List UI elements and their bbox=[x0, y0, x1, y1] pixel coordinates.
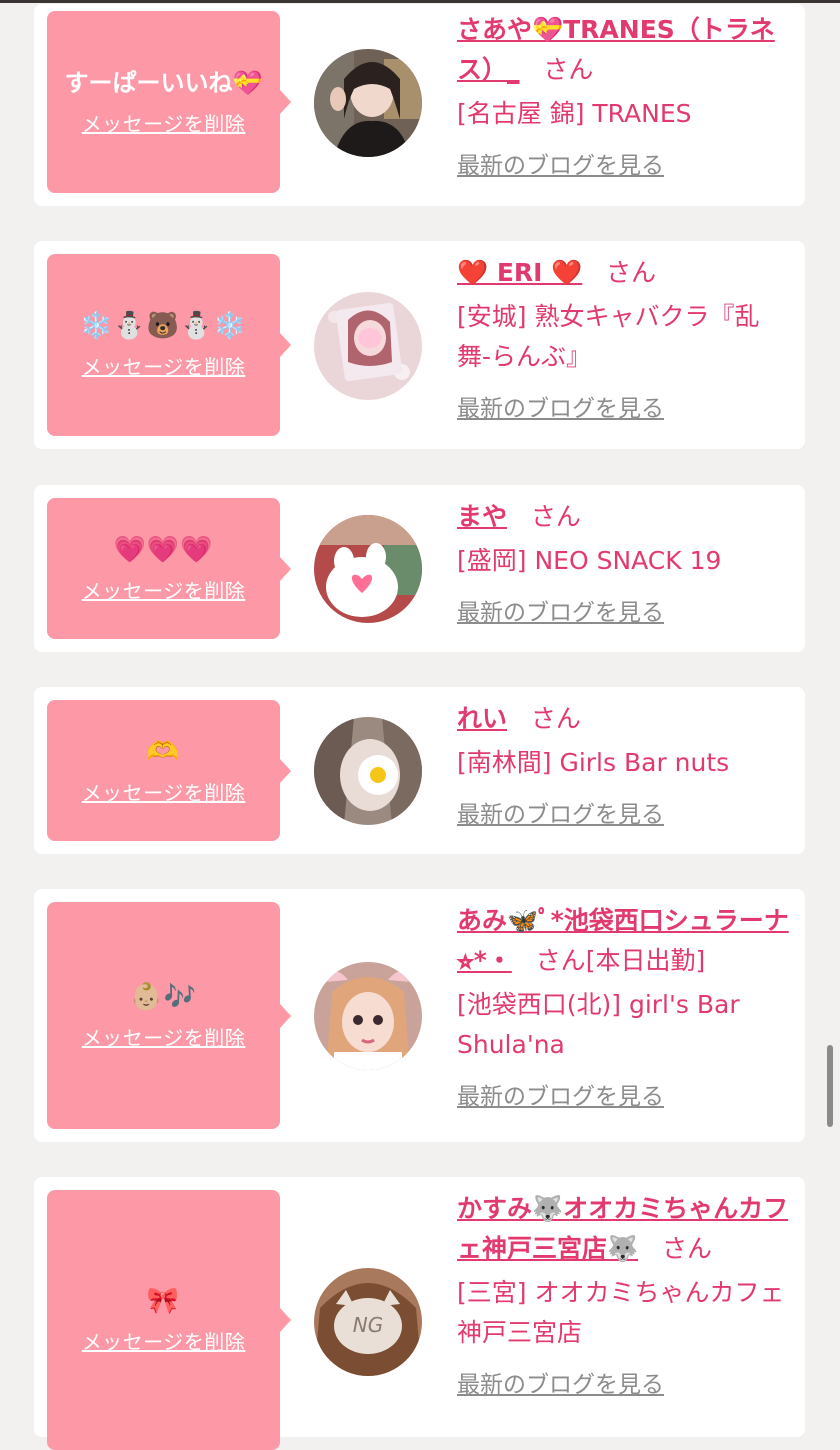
honorific: さん bbox=[535, 946, 586, 975]
cast-info: さあや💝TRANES（トラネス）_ さん [名古屋 錦] TRANES 最新のブ… bbox=[457, 10, 793, 185]
delete-message-link[interactable]: メッセージを削除 bbox=[82, 110, 246, 138]
message-text: 🫶 bbox=[146, 736, 181, 767]
avatar[interactable] bbox=[314, 717, 422, 825]
delete-message-link[interactable]: メッセージを削除 bbox=[82, 779, 246, 807]
cast-name-link[interactable]: ❤️ ERI ❤️ bbox=[457, 258, 582, 287]
avatar[interactable] bbox=[314, 515, 422, 623]
message-text: 👶🏼🎶 bbox=[130, 981, 197, 1012]
favorite-card: 🫶 メッセージを削除 れい さん [南林間] Girls Bar nuts 最新… bbox=[34, 687, 805, 854]
latest-blog-link[interactable]: 最新のブログを見る bbox=[457, 595, 664, 631]
favorite-card: 👶🏼🎶 メッセージを削除 あみ🦋ﾟ*池袋西口シュラーナ⭐︎*・ さん[本日出勤]… bbox=[34, 889, 805, 1142]
cast-name-link[interactable]: かすみ🐺オオカミちゃんカフェ神戸三宮店🐺 bbox=[457, 1194, 788, 1263]
cast-info: あみ🦋ﾟ*池袋西口シュラーナ⭐︎*・ さん[本日出勤] [池袋西口(北)] gi… bbox=[457, 901, 793, 1116]
message-bubble: すーぱーいいね💝 メッセージを削除 bbox=[47, 11, 291, 193]
cast-name-link[interactable]: まや bbox=[457, 502, 507, 531]
shop-label: [安城] 熟女キャバクラ『乱舞-らんぶ』 bbox=[457, 302, 760, 371]
latest-blog-link[interactable]: 最新のブログを見る bbox=[457, 391, 664, 427]
shop-label: [三宮] オオカミちゃんカフェ神戸三宮店 bbox=[457, 1278, 785, 1347]
favorite-card: 💗💗💗 メッセージを削除 まや さん [盛岡] NEO SNACK 19 最新の… bbox=[34, 485, 805, 652]
delete-message-link[interactable]: メッセージを削除 bbox=[82, 1024, 246, 1052]
cast-name-link[interactable]: さあや💝TRANES（トラネス）_ bbox=[457, 15, 775, 84]
top-edge bbox=[0, 0, 840, 3]
favorite-card: すーぱーいいね💝 メッセージを削除 さあや💝TRANES（トラネス）_ さん [… bbox=[34, 4, 805, 206]
favorite-card: ❄️⛄️🐻⛄️❄️ メッセージを削除 ❤️ ERI ❤️ さん [安城] 熟女キ… bbox=[34, 241, 805, 449]
shop-label: [名古屋 錦] TRANES bbox=[457, 99, 692, 128]
message-bubble: ❄️⛄️🐻⛄️❄️ メッセージを削除 bbox=[47, 254, 291, 436]
shop-label: [池袋西口(北)] girl's Bar Shula'na bbox=[457, 990, 740, 1059]
cast-info: れい さん [南林間] Girls Bar nuts 最新のブログを見る bbox=[457, 699, 793, 834]
cast-name-link[interactable]: れい bbox=[457, 704, 507, 733]
message-bubble: 🎀 メッセージを削除 bbox=[47, 1190, 291, 1450]
avatar[interactable] bbox=[314, 962, 422, 1070]
message-text: すーぱーいいね💝 bbox=[64, 69, 263, 97]
latest-blog-link[interactable]: 最新のブログを見る bbox=[457, 1367, 664, 1403]
status-label: [本日出勤] bbox=[585, 946, 706, 975]
honorific: さん bbox=[530, 502, 581, 531]
cast-info: かすみ🐺オオカミちゃんカフェ神戸三宮店🐺 さん [三宮] オオカミちゃんカフェ神… bbox=[457, 1189, 793, 1404]
shop-label: [盛岡] NEO SNACK 19 bbox=[457, 546, 722, 575]
message-bubble: 🫶 メッセージを削除 bbox=[47, 700, 291, 841]
honorific: さん bbox=[543, 55, 594, 84]
svg-text:NG: NG bbox=[353, 1313, 383, 1337]
message-text: 🎀 bbox=[146, 1286, 181, 1316]
cast-info: まや さん [盛岡] NEO SNACK 19 最新のブログを見る bbox=[457, 497, 793, 632]
shop-label: [南林間] Girls Bar nuts bbox=[457, 748, 730, 777]
latest-blog-link[interactable]: 最新のブログを見る bbox=[457, 1079, 664, 1115]
honorific: さん bbox=[661, 1234, 712, 1263]
message-bubble: 👶🏼🎶 メッセージを削除 bbox=[47, 902, 291, 1129]
avatar[interactable] bbox=[314, 292, 422, 400]
delete-message-link[interactable]: メッセージを削除 bbox=[82, 353, 246, 381]
message-bubble: 💗💗💗 メッセージを削除 bbox=[47, 498, 291, 639]
cast-info: ❤️ ERI ❤️ さん [安城] 熟女キャバクラ『乱舞-らんぶ』 最新のブログ… bbox=[457, 253, 793, 428]
avatar[interactable]: NG bbox=[314, 1268, 422, 1376]
message-text: 💗💗💗 bbox=[113, 534, 214, 565]
latest-blog-link[interactable]: 最新のブログを見る bbox=[457, 148, 664, 184]
scrollbar[interactable] bbox=[827, 1045, 833, 1127]
favorite-card: 🎀 メッセージを削除 NG かすみ🐺オオカミちゃんカフェ神戸三宮店🐺 さん [三… bbox=[34, 1177, 805, 1450]
latest-blog-link[interactable]: 最新のブログを見る bbox=[457, 797, 664, 833]
avatar[interactable] bbox=[314, 49, 422, 157]
message-text: ❄️⛄️🐻⛄️❄️ bbox=[80, 311, 247, 341]
delete-message-link[interactable]: メッセージを削除 bbox=[82, 577, 246, 605]
honorific: さん bbox=[530, 704, 581, 733]
delete-message-link[interactable]: メッセージを削除 bbox=[82, 1328, 246, 1356]
honorific: さん bbox=[606, 258, 657, 287]
